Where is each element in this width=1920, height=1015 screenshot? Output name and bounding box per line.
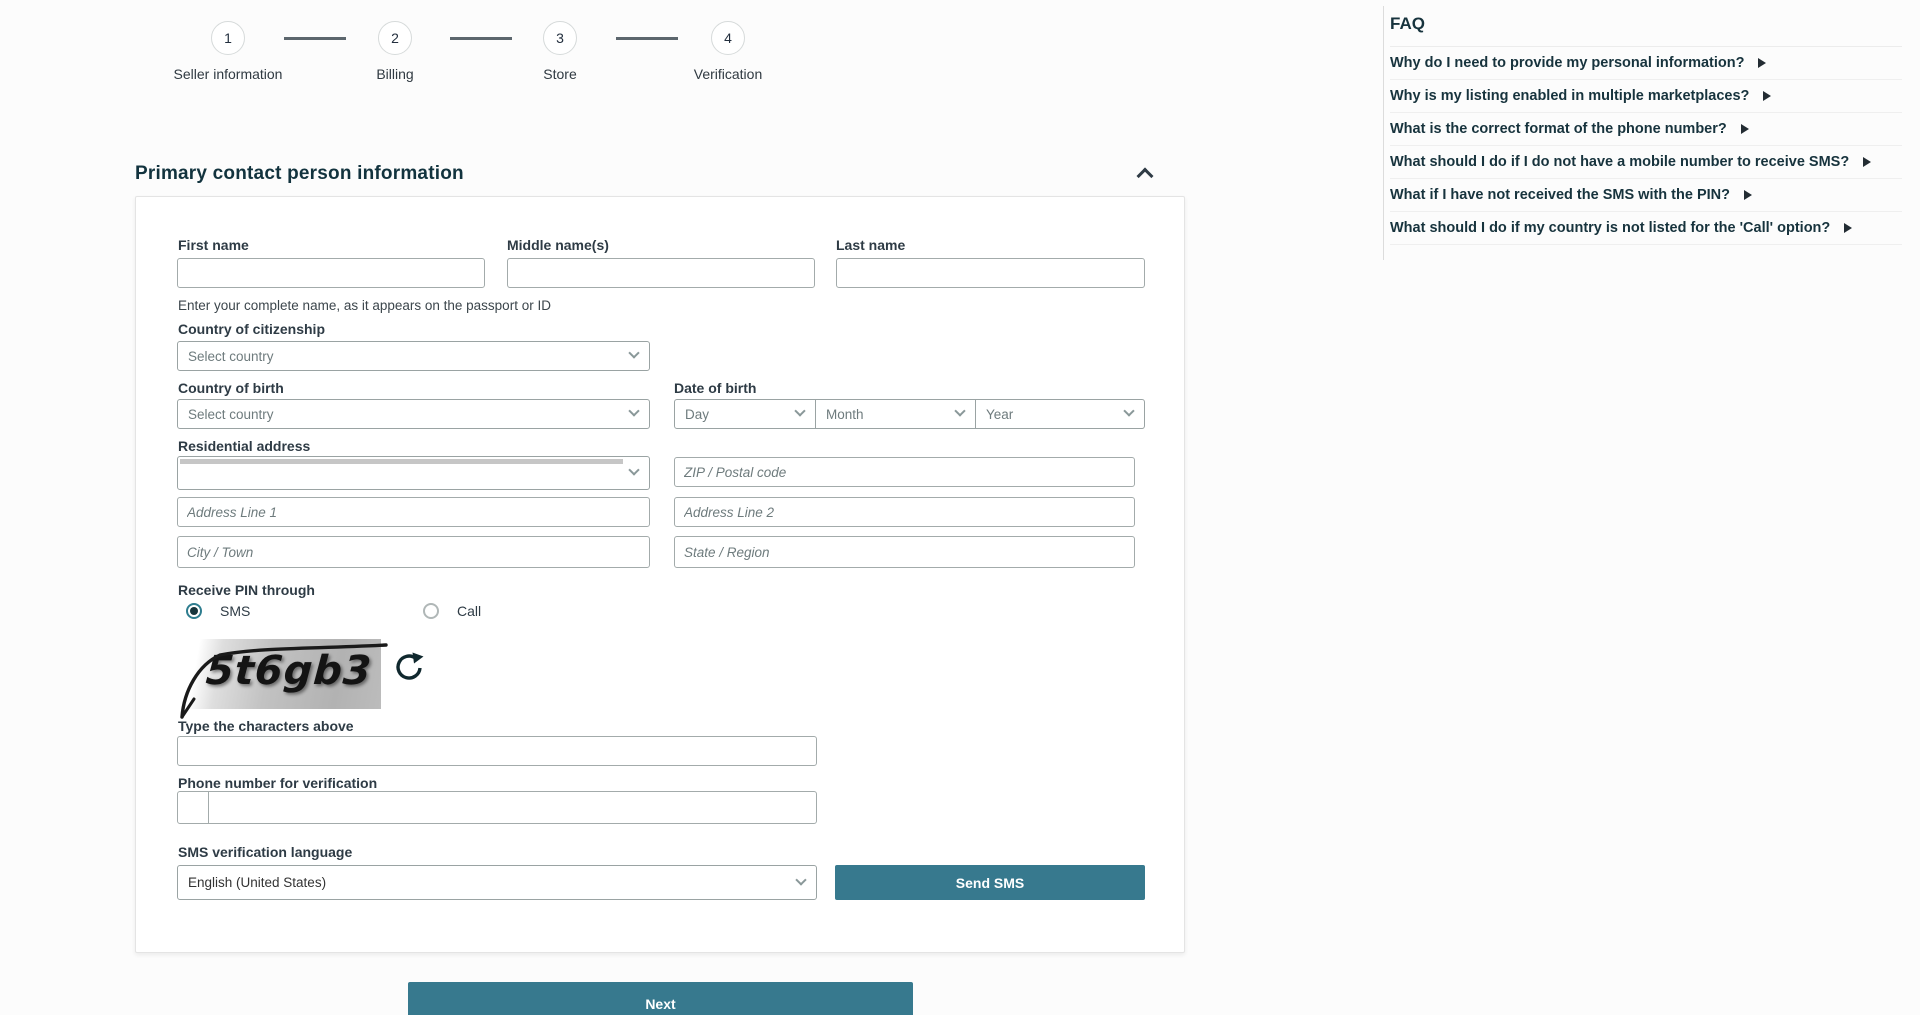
- faq-question: What should I do if I do not have a mobi…: [1390, 154, 1849, 170]
- faq-item[interactable]: Why do I need to provide my personal inf…: [1390, 47, 1902, 80]
- page-title: Primary contact person information: [135, 163, 464, 184]
- birth-country-select-value: Select country: [188, 407, 274, 422]
- call-radio[interactable]: [423, 603, 439, 619]
- middle-name-label: Middle name(s): [507, 237, 609, 253]
- faq-item[interactable]: What should I do if I do not have a mobi…: [1390, 146, 1902, 179]
- name-helper-text: Enter your complete name, as it appears …: [178, 298, 551, 313]
- step-3-label: Store: [500, 65, 620, 83]
- phone-label: Phone number for verification: [178, 775, 377, 791]
- chevron-down-icon: [795, 874, 806, 885]
- progress-stepper: 1 2 3 4 Seller information Billing Store…: [0, 18, 780, 108]
- first-name-label: First name: [178, 237, 249, 253]
- address-line2-field[interactable]: [674, 497, 1135, 527]
- first-name-field[interactable]: [177, 258, 485, 288]
- faq-left-divider: [1383, 6, 1384, 260]
- sms-radio-label: SMS: [220, 603, 250, 619]
- birth-country-select[interactable]: Select country: [177, 399, 650, 429]
- last-name-label: Last name: [836, 237, 905, 253]
- chevron-up-icon: [1137, 168, 1154, 185]
- faq-question: Why do I need to provide my personal inf…: [1390, 55, 1744, 71]
- dob-month-value: Month: [826, 407, 864, 422]
- step-4-number: 4: [724, 30, 732, 46]
- sms-radio[interactable]: [186, 603, 202, 619]
- faq-item[interactable]: What should I do if my country is not li…: [1390, 212, 1902, 245]
- step-1-label: Seller information: [168, 65, 288, 83]
- expand-arrow-icon: [1863, 157, 1871, 167]
- expand-arrow-icon: [1741, 124, 1749, 134]
- phone-number-field[interactable]: [208, 791, 817, 824]
- chevron-down-icon: [628, 347, 639, 358]
- send-sms-button[interactable]: Send SMS: [835, 865, 1145, 900]
- primary-contact-card: First name Middle name(s) Last name Ente…: [135, 196, 1185, 953]
- faq-question: What is the correct format of the phone …: [1390, 121, 1727, 137]
- receive-pin-label: Receive PIN through: [178, 582, 315, 598]
- step-connector: [450, 37, 512, 40]
- captcha-text: 5t6gb3: [204, 648, 373, 694]
- step-3-circle[interactable]: 3: [543, 21, 577, 55]
- chevron-down-icon: [1123, 405, 1134, 416]
- step-2-circle[interactable]: 2: [378, 21, 412, 55]
- step-2-label: Billing: [335, 65, 455, 83]
- sms-language-label: SMS verification language: [178, 844, 352, 860]
- refresh-icon: [393, 651, 425, 683]
- citizenship-select-value: Select country: [188, 349, 274, 364]
- faq-question: What if I have not received the SMS with…: [1390, 187, 1730, 203]
- birth-country-label: Country of birth: [178, 380, 284, 396]
- sms-language-value: English (United States): [188, 875, 326, 890]
- faq-question: Why is my listing enabled in multiple ma…: [1390, 88, 1749, 104]
- phone-country-code-box[interactable]: [177, 791, 209, 824]
- captcha-refresh-button[interactable]: [393, 651, 425, 683]
- sms-language-select[interactable]: English (United States): [177, 865, 817, 900]
- faq-item[interactable]: What if I have not received the SMS with…: [1390, 179, 1902, 212]
- zip-postal-field[interactable]: [674, 457, 1135, 487]
- dob-label: Date of birth: [674, 380, 756, 396]
- last-name-field[interactable]: [836, 258, 1145, 288]
- step-connector: [616, 37, 678, 40]
- captcha-input-label: Type the characters above: [178, 718, 354, 734]
- dob-month-select[interactable]: Month: [815, 399, 976, 429]
- dob-year-select[interactable]: Year: [975, 399, 1145, 429]
- chevron-down-icon: [794, 405, 805, 416]
- state-region-field[interactable]: [674, 536, 1135, 568]
- step-3-number: 3: [556, 30, 564, 46]
- faq-item[interactable]: Why is my listing enabled in multiple ma…: [1390, 80, 1902, 113]
- faq-question: What should I do if my country is not li…: [1390, 220, 1830, 236]
- step-4-label: Verification: [668, 65, 788, 83]
- chevron-down-icon: [628, 464, 639, 475]
- faq-panel: FAQ Why do I need to provide my personal…: [1390, 10, 1902, 245]
- collapse-section-button[interactable]: [1135, 165, 1157, 183]
- expand-arrow-icon: [1758, 58, 1766, 68]
- select-scrollbar: [180, 459, 623, 464]
- call-radio-label: Call: [457, 603, 481, 619]
- step-2-number: 2: [391, 30, 399, 46]
- residential-address-label: Residential address: [178, 438, 310, 454]
- expand-arrow-icon: [1763, 91, 1771, 101]
- dob-day-select[interactable]: Day: [674, 399, 816, 429]
- city-town-field[interactable]: [177, 536, 650, 568]
- radio-dot: [190, 607, 198, 615]
- address-country-select[interactable]: [177, 456, 650, 490]
- step-4-circle[interactable]: 4: [711, 21, 745, 55]
- section-heading-row: Primary contact person information: [135, 163, 1185, 189]
- dob-day-value: Day: [685, 407, 709, 422]
- expand-arrow-icon: [1744, 190, 1752, 200]
- address-line1-field[interactable]: [177, 497, 650, 527]
- step-1-circle[interactable]: 1: [211, 21, 245, 55]
- expand-arrow-icon: [1844, 223, 1852, 233]
- middle-name-field[interactable]: [507, 258, 815, 288]
- next-button[interactable]: Next: [408, 982, 913, 1015]
- chevron-down-icon: [954, 405, 965, 416]
- faq-item[interactable]: What is the correct format of the phone …: [1390, 113, 1902, 146]
- citizenship-label: Country of citizenship: [178, 321, 325, 337]
- chevron-down-icon: [628, 405, 639, 416]
- step-connector: [284, 37, 346, 40]
- captcha-image: 5t6gb3: [176, 639, 381, 709]
- registration-page: 1 2 3 4 Seller information Billing Store…: [0, 0, 1920, 1015]
- step-1-number: 1: [224, 30, 232, 46]
- faq-title: FAQ: [1390, 10, 1902, 46]
- citizenship-select[interactable]: Select country: [177, 341, 650, 371]
- dob-year-value: Year: [986, 407, 1013, 422]
- captcha-input-field[interactable]: [177, 736, 817, 766]
